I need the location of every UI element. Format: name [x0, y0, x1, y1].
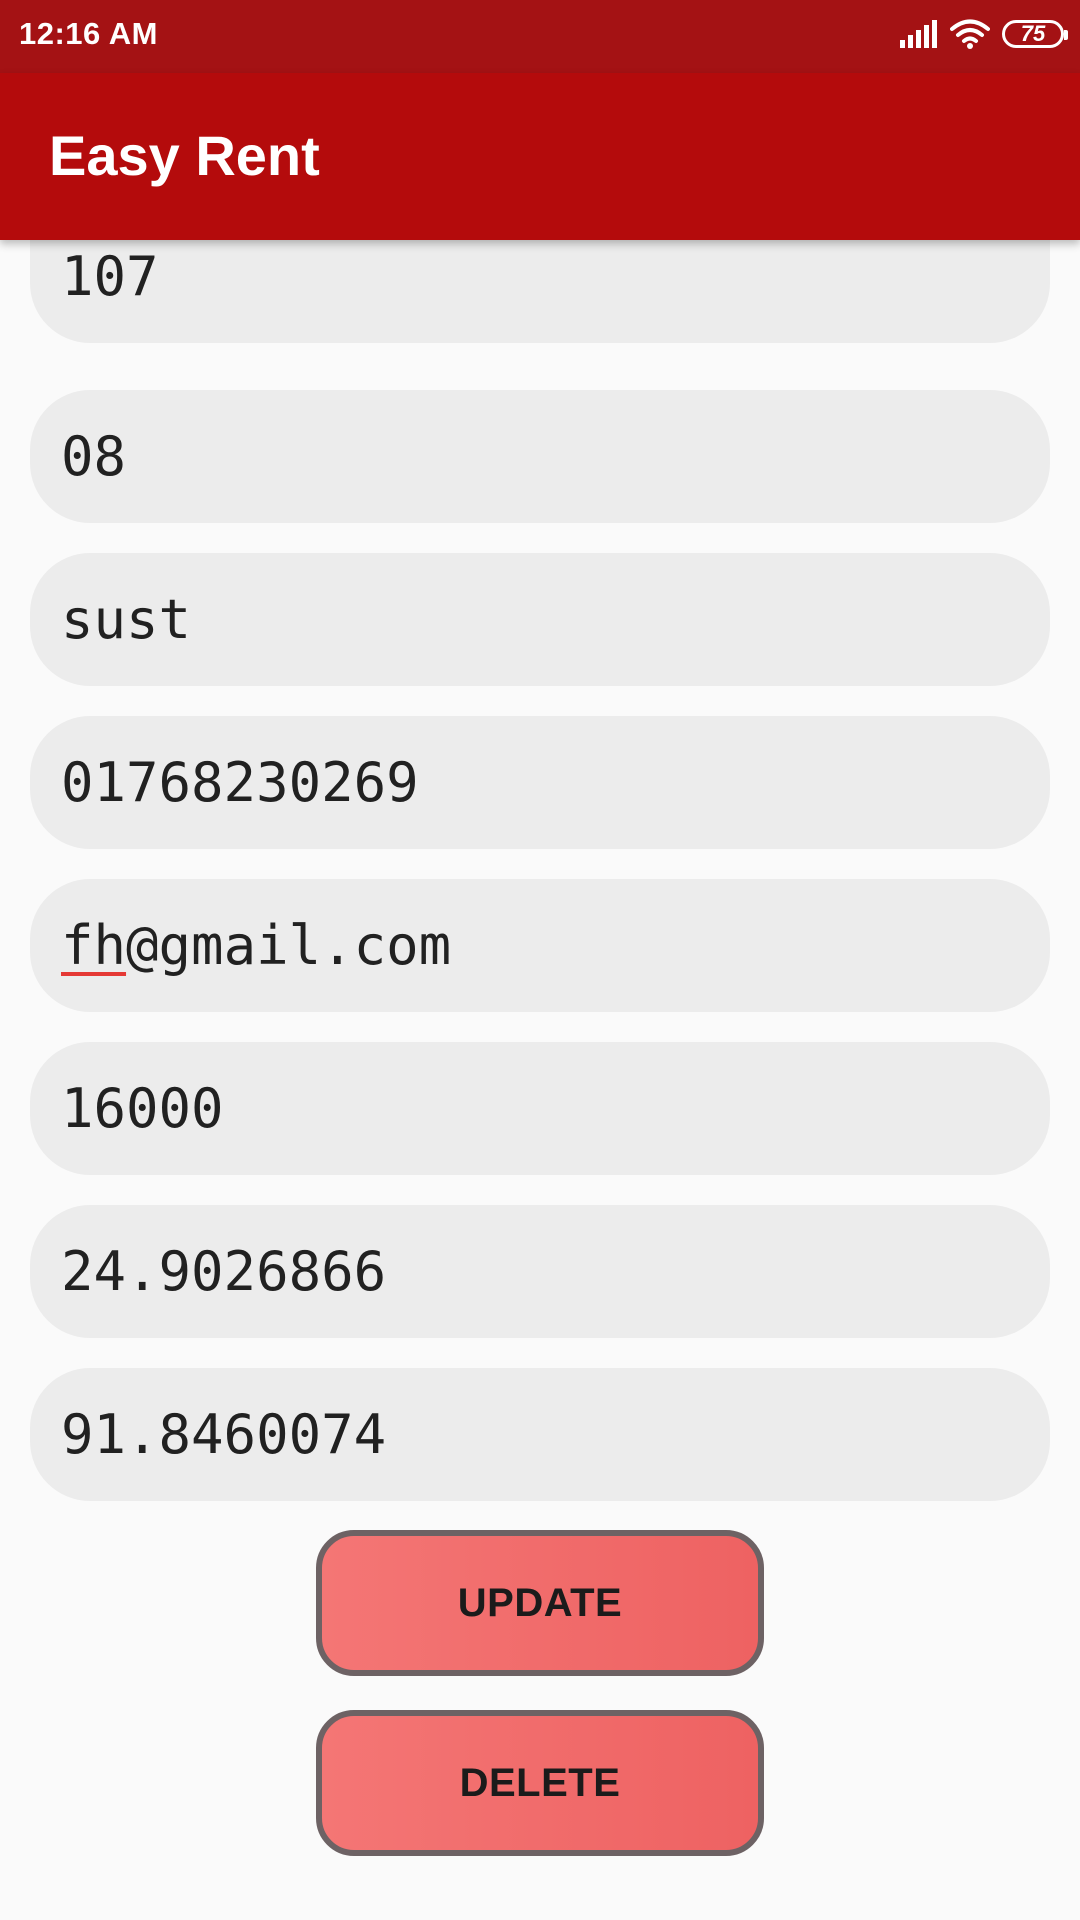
app-title: Easy Rent [49, 124, 320, 187]
battery-icon: 75 [1002, 20, 1068, 48]
field-3-value: sust [61, 588, 192, 651]
rent-field[interactable]: 16000 [30, 1042, 1050, 1175]
delete-button-label: DELETE [459, 1760, 621, 1805]
longitude-field[interactable]: 91.8460074 [30, 1368, 1050, 1501]
delete-button[interactable]: DELETE [316, 1710, 764, 1856]
latitude-field[interactable]: 24.9026866 [30, 1205, 1050, 1338]
app-bar: Easy Rent [0, 73, 1080, 240]
battery-level: 75 [1020, 21, 1046, 46]
email-field[interactable]: fh @gmail.com [30, 879, 1050, 1012]
signal-icon [900, 20, 937, 48]
update-button-label: UPDATE [457, 1580, 623, 1625]
email-field-value-rest: @gmail.com [126, 914, 452, 977]
rent-field-value: 16000 [61, 1077, 224, 1140]
form-scroll-area[interactable]: 107 08 sust 01768230269 fh @gmail.com 160… [0, 240, 1080, 1920]
latitude-field-value: 24.9026866 [61, 1240, 387, 1303]
update-button[interactable]: UPDATE [316, 1530, 764, 1676]
field-1-value: 107 [61, 245, 159, 308]
phone-field[interactable]: 01768230269 [30, 716, 1050, 849]
longitude-field-value: 91.8460074 [61, 1403, 387, 1466]
status-bar: 12:16 AM 75 [0, 0, 1080, 73]
phone-field-value: 01768230269 [61, 751, 419, 814]
field-1[interactable]: 107 [30, 240, 1050, 343]
status-time: 12:16 AM [19, 16, 158, 51]
field-2[interactable]: 08 [30, 390, 1050, 523]
wifi-icon [950, 19, 990, 49]
email-field-value-flagged: fh [61, 914, 127, 977]
field-2-value: 08 [61, 425, 127, 488]
field-3[interactable]: sust [30, 553, 1050, 686]
status-icons: 75 [898, 18, 1068, 50]
